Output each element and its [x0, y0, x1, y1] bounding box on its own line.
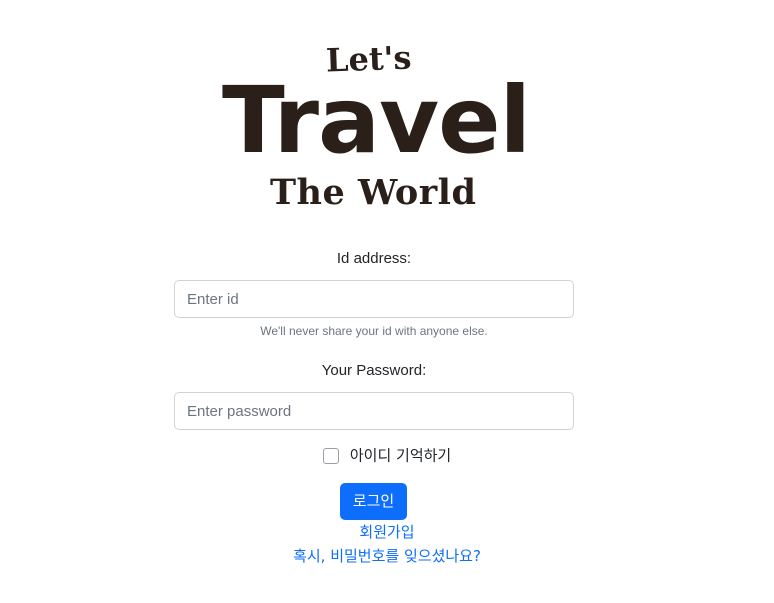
login-button[interactable]: 로그인	[340, 483, 407, 520]
logo-travel-text: Travel	[222, 67, 531, 174]
remember-id-checkbox[interactable]	[322, 447, 339, 464]
remember-id-label[interactable]: 아이디 기억하기	[350, 447, 451, 465]
login-form: Id address: We'll never share your id wi…	[174, 248, 574, 430]
id-help-text: We'll never share your id with anyone el…	[260, 324, 488, 338]
signup-link[interactable]: 회원가입	[359, 523, 414, 541]
id-label: Id address:	[336, 250, 412, 267]
logo-world-text: The World	[270, 172, 477, 213]
lets-travel-logo: Let's Travel The World	[0, 0, 774, 230]
password-label: Your Password:	[321, 362, 427, 379]
forgot-password-link[interactable]: 혹시, 비밀번호를 잊으셨나요?	[293, 547, 481, 565]
remember-id-row: 아이디 기억하기	[0, 444, 774, 466]
id-input[interactable]	[174, 280, 574, 318]
login-page: Let's Travel The World Id address: We'll…	[0, 0, 774, 603]
signup-link-row: 회원가입	[0, 521, 774, 543]
forgot-password-link-row: 혹시, 비밀번호를 잊으셨나요?	[0, 545, 774, 567]
password-input[interactable]	[174, 392, 574, 430]
